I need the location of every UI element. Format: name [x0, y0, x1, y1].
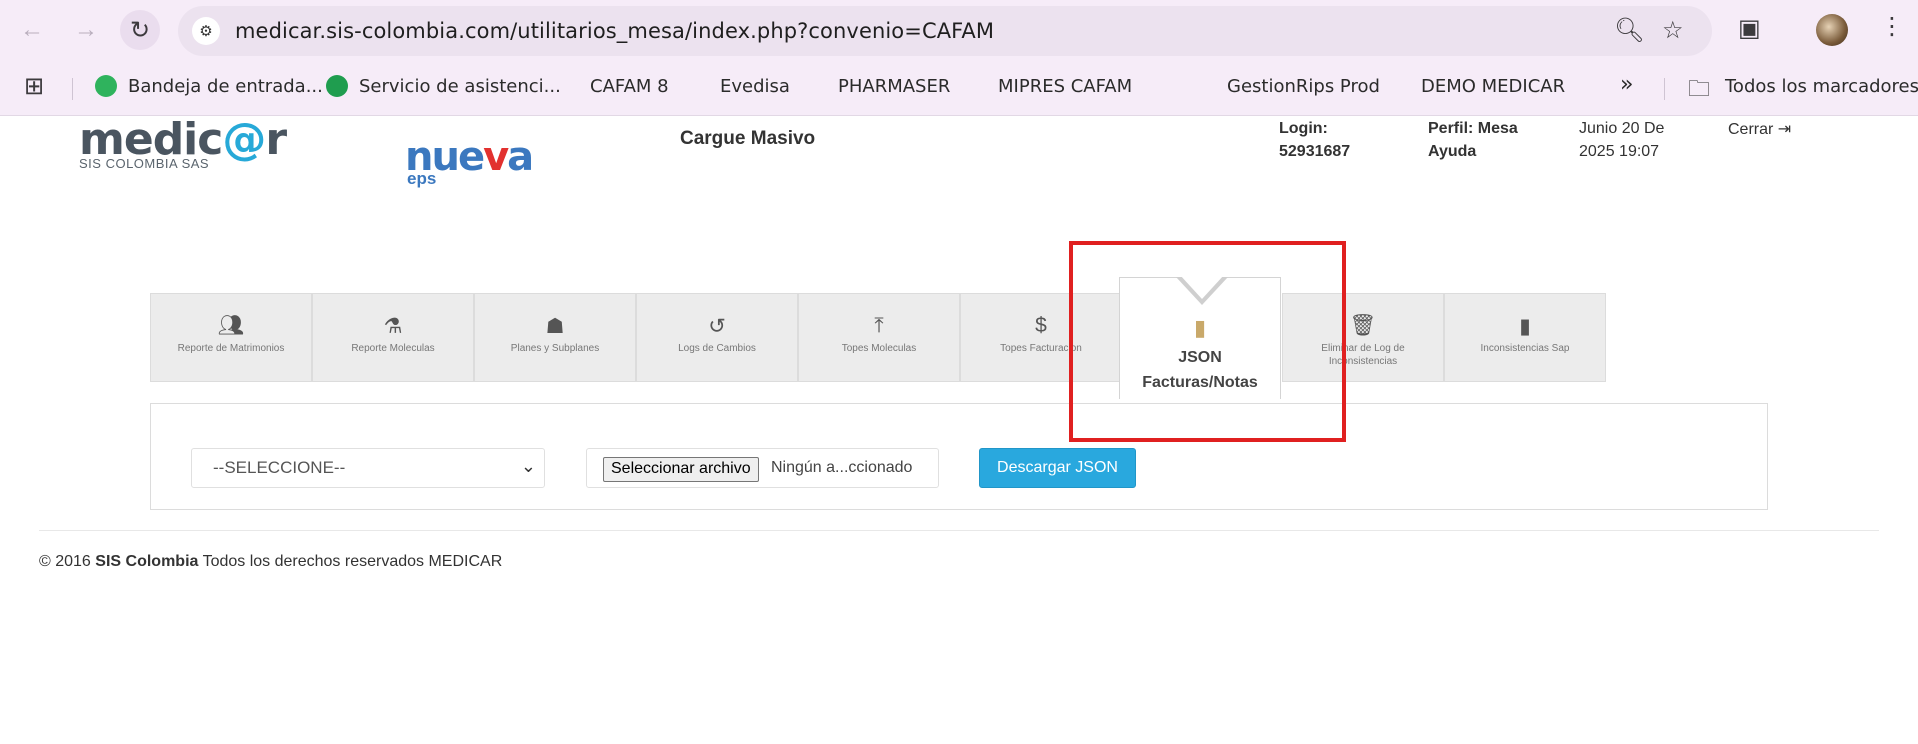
bookmark-item[interactable]: Bandeja de entrada... [128, 76, 323, 97]
logout-link[interactable]: Cerrar ⇥ [1728, 119, 1791, 139]
bookmark-separator [1664, 78, 1665, 100]
back-button[interactable]: ← [12, 10, 52, 50]
bookmark-item[interactable]: PHARMASER [838, 76, 950, 97]
page-title: Cargue Masivo [680, 128, 816, 149]
arrow-right-icon: → [74, 16, 98, 43]
file-status-text: Ningún a...ccionado [771, 459, 913, 476]
download-json-button[interactable]: Descargar JSON [979, 448, 1136, 488]
tab-topes-moleculas[interactable]: ⤒ Topes Moleculas [798, 293, 960, 382]
menu-icon[interactable]: ⋮ [1880, 12, 1904, 41]
type-select[interactable]: --SELECCIONE-- ⌄ [191, 448, 545, 488]
select-value: --SELECCIONE-- [213, 458, 346, 477]
upload-icon: ⤒ [874, 314, 884, 337]
bookmark-star-icon[interactable]: ☆ [1662, 16, 1684, 45]
bookmarks-overflow-button[interactable]: » [1620, 72, 1633, 97]
forward-button[interactable]: → [66, 10, 106, 50]
nueva-eps-logo-eps: eps [407, 169, 437, 188]
avatar[interactable] [1816, 14, 1848, 46]
tab-reporte-matrimonios[interactable]: 👥︎ Reporte de Matrimonios [150, 293, 312, 382]
site-settings-icon[interactable]: ⚙ [192, 17, 220, 45]
bookmark-item[interactable]: DEMO MEDICAR [1421, 76, 1565, 97]
history-icon: ↺ [708, 315, 726, 338]
medicar-logo-subtitle: SIS COLOMBIA SAS [79, 156, 210, 171]
bookmark-separator [72, 78, 73, 100]
flask-icon: ⚗ [383, 315, 403, 338]
arrow-left-icon: ← [20, 16, 44, 43]
date-line-2: 2025 19:07 [1579, 143, 1660, 160]
bookmarks-bar: ⊞ Bandeja de entrada... Servicio de asis… [0, 60, 1918, 116]
tab-logs-cambios[interactable]: ↺ Logs de Cambios [636, 293, 798, 382]
apps-grid-icon[interactable]: ⊞ [24, 72, 44, 100]
footer: © 2016 SIS Colombia Todos los derechos r… [39, 553, 503, 570]
reload-button[interactable]: ↻ [120, 10, 160, 50]
bookmark-item[interactable]: MIPRES CAFAM [998, 76, 1132, 97]
bookmark-item[interactable]: Servicio de asistenci... [359, 76, 561, 97]
bookmark-item[interactable]: GestionRips Prod [1227, 76, 1380, 97]
footer-divider [39, 530, 1879, 531]
users-icon: 👥︎ [217, 314, 245, 337]
profile-label: Perfil: Mesa [1428, 120, 1518, 137]
tab-inconsistencias-sap[interactable]: ▮ Inconsistencias Sap [1444, 293, 1606, 382]
login-value: 52931687 [1279, 143, 1351, 160]
headset-icon [326, 75, 348, 97]
all-bookmarks-button[interactable]: Todos los marcadores [1725, 76, 1918, 97]
tab-reporte-moleculas[interactable]: ⚗ Reporte Moleculas [312, 293, 474, 382]
logout-icon: ⇥ [1777, 121, 1792, 138]
folder-icon: 🗀 [1688, 77, 1711, 102]
bookmark-item[interactable]: Evedisa [720, 76, 790, 97]
reload-icon: ↻ [129, 16, 151, 44]
bookmark-item[interactable]: CAFAM 8 [590, 76, 669, 97]
highlight-box [1069, 241, 1346, 442]
chat-icon [95, 75, 117, 97]
address-bar[interactable]: ⚙ medicar.sis-colombia.com/utilitarios_m… [178, 6, 1712, 56]
url-text[interactable]: medicar.sis-colombia.com/utilitarios_mes… [235, 19, 994, 43]
cast-icon[interactable]: ▣ [1738, 14, 1761, 43]
login-label: Login: [1279, 120, 1328, 137]
tab-bar: 👥︎ Reporte de Matrimonios ⚗ Reporte Mole… [150, 275, 1606, 399]
date-line-1: Junio 20 De [1579, 120, 1665, 137]
zoom-icon[interactable]: 🔍︎ [1614, 16, 1644, 45]
tab-planes-subplanes[interactable]: ☗ Planes y Subplanes [474, 293, 636, 382]
sitemap-icon: ☗ [545, 315, 565, 338]
file-input[interactable]: Seleccionar archivo Ningún a...ccionado [586, 448, 939, 488]
profile-value: Ayuda [1428, 143, 1477, 160]
file-icon: ▮ [1519, 315, 1531, 338]
browser-toolbar: ← → ↻ ⚙ medicar.sis-colombia.com/utilita… [0, 0, 1918, 60]
chevron-down-icon: ⌄ [520, 456, 536, 476]
choose-file-button[interactable]: Seleccionar archivo [603, 457, 759, 482]
